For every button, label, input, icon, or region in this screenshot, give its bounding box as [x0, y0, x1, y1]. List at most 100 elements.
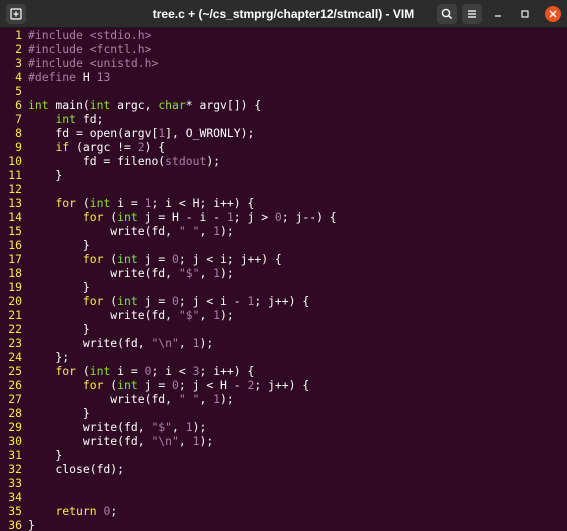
code-line[interactable]: 1 #include <stdio.h>	[0, 28, 567, 42]
code-token: #include	[28, 28, 83, 42]
line-number: 15	[8, 224, 22, 238]
code-token: ,	[199, 308, 214, 322]
code-token: fd = open(argv[	[28, 126, 159, 140]
line-number: 29	[8, 420, 22, 434]
code-token: 1	[213, 308, 221, 322]
new-tab-button[interactable]	[6, 4, 26, 24]
code-line[interactable]: 27 write(fd, " ", 1);	[0, 392, 567, 406]
code-token: write(fd,	[28, 266, 179, 280]
code-text: }	[28, 448, 62, 462]
code-line[interactable]: 32 close(fd);	[0, 462, 567, 476]
code-token: "$"	[178, 308, 200, 322]
code-line[interactable]: 3 #include <unistd.h>	[0, 56, 567, 70]
search-button[interactable]	[437, 4, 457, 24]
code-line[interactable]: 21 write(fd, "$", 1);	[0, 308, 567, 322]
code-line[interactable]: 25 for (int i = 0; i < 3; i++) {	[0, 364, 567, 378]
menu-button[interactable]	[462, 4, 482, 24]
minimize-button[interactable]	[490, 6, 506, 22]
line-number: 10	[8, 154, 22, 168]
code-token: fd = fileno(	[28, 154, 166, 168]
code-line[interactable]: 9 if (argc != 2) {	[0, 140, 567, 154]
code-text: }	[28, 280, 90, 294]
code-token: ,	[178, 336, 193, 350]
code-line[interactable]: 26 for (int j = 0; j < H - 2; j++) {	[0, 378, 567, 392]
code-token: <fcntl.h>	[89, 42, 152, 56]
code-text: int fd;	[28, 112, 103, 126]
close-button[interactable]	[545, 6, 561, 22]
line-number: 11	[8, 168, 22, 182]
line-number: 18	[8, 266, 22, 280]
code-line[interactable]: 31 }	[0, 448, 567, 462]
code-line[interactable]: 17 for (int j = 0; j < i; j++) {	[0, 252, 567, 266]
code-token: ,	[178, 434, 193, 448]
code-line[interactable]: 15 write(fd, " ", 1);	[0, 224, 567, 238]
line-number: 14	[8, 210, 22, 224]
code-line[interactable]: 24 };	[0, 350, 567, 364]
code-line[interactable]: 29 write(fd, "$", 1);	[0, 420, 567, 434]
code-line[interactable]: 36}	[0, 518, 567, 531]
code-line[interactable]: 6 int main(int argc, char* argv[]) {	[0, 98, 567, 112]
line-number: 19	[8, 280, 22, 294]
code-token: "\n"	[151, 336, 179, 350]
code-text: for (int j = 0; j < i - 1; j++) {	[28, 294, 309, 308]
code-line[interactable]: 28 }	[0, 406, 567, 420]
code-line[interactable]: 34	[0, 490, 567, 504]
code-line[interactable]: 16 }	[0, 238, 567, 252]
vim-editor[interactable]: 1 #include <stdio.h> 2 #include <fcntl.h> 3 #…	[0, 28, 567, 531]
code-line[interactable]: 18 write(fd, "$", 1);	[0, 266, 567, 280]
code-text: for (int i = 0; i < 3; i++) {	[28, 364, 254, 378]
line-number: 16	[8, 238, 22, 252]
code-token: );	[220, 266, 234, 280]
code-line[interactable]: 8 fd = open(argv[1], O_WRONLY);	[0, 126, 567, 140]
code-token: ,	[199, 392, 214, 406]
code-token: * argv[]) {	[185, 98, 262, 112]
code-text: write(fd, "$", 1);	[28, 308, 233, 322]
code-line[interactable]: 7 int fd;	[0, 112, 567, 126]
code-line[interactable]: 5	[0, 84, 567, 98]
code-token: " "	[178, 392, 200, 406]
code-line[interactable]: 23 write(fd, "\n", 1);	[0, 336, 567, 350]
code-token: int	[28, 98, 49, 112]
code-token: ], O_WRONLY);	[165, 126, 255, 140]
code-token: <stdio.h>	[89, 28, 152, 42]
code-line[interactable]: 22 }	[0, 322, 567, 336]
code-line[interactable]: 10 fd = fileno(stdout);	[0, 154, 567, 168]
code-text: }	[28, 322, 90, 336]
code-token: 0	[274, 210, 282, 224]
code-line[interactable]: 30 write(fd, "\n", 1);	[0, 434, 567, 448]
code-token: ; j < i -	[178, 294, 248, 308]
line-number: 27	[8, 392, 22, 406]
code-text: for (int j = 0; j < H - 2; j++) {	[28, 378, 309, 392]
code-line[interactable]: 33	[0, 476, 567, 490]
code-token: ,	[172, 420, 186, 434]
code-line[interactable]: 13 for (int i = 1; i < H; i++) {	[0, 196, 567, 210]
code-line[interactable]: 20 for (int j = 0; j < i - 1; j++) {	[0, 294, 567, 308]
code-line[interactable]: 19 }	[0, 280, 567, 294]
code-line[interactable]: 14 for (int j = H - i - 1; j > 0; j--) {	[0, 210, 567, 224]
line-number: 25	[8, 364, 22, 378]
code-token: char	[158, 98, 186, 112]
code-line[interactable]: 4 #define H 13	[0, 70, 567, 84]
code-token: ; j--) {	[281, 210, 337, 224]
code-text: int main(int argc, char* argv[]) {	[28, 98, 261, 112]
code-line[interactable]: 11 }	[0, 168, 567, 182]
code-token: );	[199, 336, 214, 350]
minimize-icon	[495, 15, 501, 17]
code-token: for	[82, 378, 104, 392]
code-text: #include <fcntl.h>	[28, 42, 151, 56]
code-token: ; i <	[151, 364, 193, 378]
code-line[interactable]: 2 #include <fcntl.h>	[0, 42, 567, 56]
code-token: for	[55, 196, 77, 210]
code-line[interactable]: 35 return 0;	[0, 504, 567, 518]
code-token: write(fd,	[28, 336, 152, 350]
code-token: (	[103, 252, 118, 266]
code-token: 1	[213, 224, 221, 238]
line-number: 4	[15, 70, 22, 84]
code-line[interactable]: 12	[0, 182, 567, 196]
maximize-button[interactable]	[517, 6, 533, 22]
